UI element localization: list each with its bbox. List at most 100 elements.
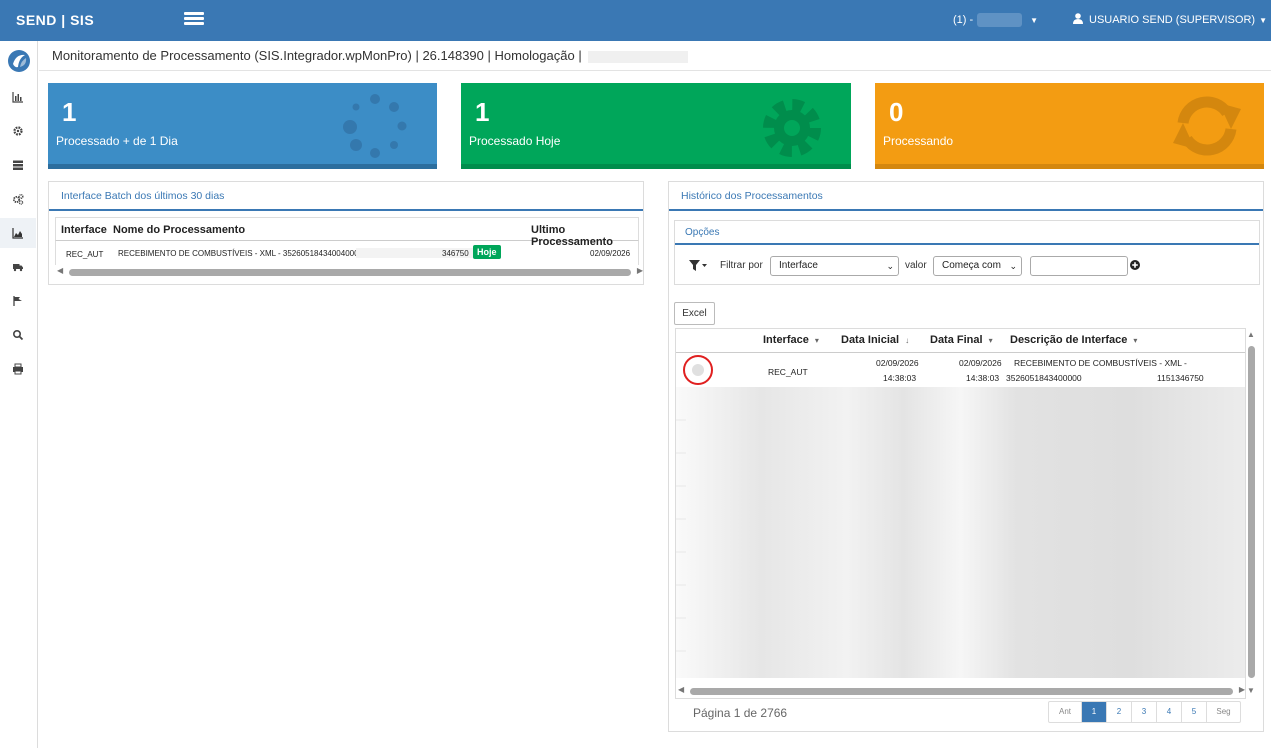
- cell-description: RECEBIMENTO DE COMBUSTÍVEIS - XML -: [1014, 358, 1187, 368]
- tile-processing[interactable]: 0 Processando: [875, 83, 1264, 169]
- tile-footer: [48, 164, 437, 169]
- filter-field-select[interactable]: Interface ⌄: [770, 256, 899, 276]
- match-mode-select[interactable]: Começa com ⌄: [933, 256, 1022, 276]
- pager-page-5[interactable]: 5: [1182, 702, 1207, 722]
- pager-next[interactable]: Seg: [1207, 702, 1240, 722]
- tile-count: 1: [62, 97, 77, 127]
- tile-count: 1: [475, 97, 490, 127]
- filter-value-input[interactable]: [1030, 256, 1128, 276]
- column-header-interface[interactable]: Interface: [61, 224, 107, 236]
- user-menu[interactable]: USUARIO SEND (SUPERVISOR) ▼: [1073, 0, 1267, 41]
- top-bar: SEND | SIS (1) - ▼ USUARIO SEND (SUPERVIS…: [0, 0, 1271, 41]
- scroll-right-icon[interactable]: ▶: [637, 266, 643, 275]
- company-name-redacted: [977, 13, 1023, 28]
- brand-logo[interactable]: SEND | SIS: [0, 0, 177, 41]
- pager-page-3[interactable]: 3: [1132, 702, 1157, 722]
- vertical-scrollbar[interactable]: ▲ ▼: [1244, 328, 1258, 699]
- environment-redacted: [587, 50, 688, 63]
- grid-row-lines: [676, 419, 686, 652]
- panel-title: Histórico dos Processamentos: [669, 182, 1263, 211]
- chevron-down-icon: ⌄: [1009, 261, 1017, 271]
- spinner-icon: [343, 94, 407, 158]
- column-header-end-date[interactable]: Data Final ▾: [930, 334, 993, 346]
- add-filter-icon[interactable]: [1130, 260, 1140, 270]
- user-icon: [1073, 13, 1083, 24]
- cell-start-time: 14:38:03: [883, 373, 917, 383]
- column-header-start-date[interactable]: Data Inicial ↓: [841, 334, 909, 346]
- sidebar-item-server[interactable]: [0, 150, 36, 180]
- bar-chart-icon: [12, 92, 23, 103]
- excel-export-button[interactable]: Excel: [674, 302, 715, 325]
- gear-icon: [763, 99, 821, 157]
- cogs-icon: [13, 194, 24, 205]
- page-info: Página 1 de 2766: [693, 706, 788, 720]
- column-header-description[interactable]: Descrição de Interface ▾: [1010, 334, 1137, 346]
- horizontal-scrollbar[interactable]: ◀ ▶: [676, 685, 1245, 697]
- tile-footer: [461, 164, 851, 169]
- filter-row: Filtrar por Interface ⌄ valor Começa com ⌄: [675, 254, 1259, 278]
- menu-toggle-icon[interactable]: [184, 12, 204, 26]
- sidebar-item-print[interactable]: [0, 354, 36, 384]
- scroll-left-icon[interactable]: ◀: [57, 266, 63, 275]
- app-logo-icon[interactable]: [7, 49, 31, 73]
- options-title[interactable]: Opções: [675, 221, 1259, 245]
- column-header-name[interactable]: Nome do Processamento: [113, 224, 245, 236]
- pager-page-1[interactable]: 1: [1082, 702, 1107, 722]
- tile-processed-today[interactable]: 1 Processado Hoje: [461, 83, 851, 169]
- horizontal-scrollbar[interactable]: ◀ ▶: [55, 266, 645, 278]
- row-detail-icon[interactable]: [683, 355, 713, 385]
- flag-icon: [13, 296, 22, 306]
- filter-label: Filtrar por: [720, 260, 763, 271]
- valor-label: valor: [905, 260, 927, 271]
- company-selector[interactable]: (1) - ▼: [953, 0, 1038, 41]
- cell-start-date: 02/09/2026: [876, 358, 919, 368]
- scroll-up-icon[interactable]: ▲: [1247, 330, 1255, 339]
- filter-icon[interactable]: [689, 260, 707, 271]
- tile-count: 0: [889, 97, 904, 127]
- user-label: USUARIO SEND (SUPERVISOR): [1089, 14, 1256, 26]
- sidebar-item-config[interactable]: [0, 184, 36, 214]
- tile-footer: [875, 164, 1264, 169]
- cell-interface: REC_AUT: [768, 367, 808, 377]
- scroll-left-icon[interactable]: ◀: [678, 685, 684, 694]
- cell-description-line2: 3526051843400000: [1006, 373, 1082, 383]
- sidebar-item-dashboard[interactable]: [0, 82, 36, 112]
- scrollbar-thumb[interactable]: [1248, 346, 1255, 678]
- area-chart-icon: [12, 228, 23, 239]
- sort-icon[interactable]: ▾: [815, 336, 819, 345]
- page-title: Monitoramento de Processamento (SIS.Inte…: [52, 48, 582, 63]
- cell-description-tail: 1151346750: [1157, 373, 1204, 383]
- scrollbar-thumb[interactable]: [690, 688, 1233, 695]
- pager-prev[interactable]: Ant: [1049, 702, 1082, 722]
- print-icon: [13, 363, 23, 375]
- pager-page-2[interactable]: 2: [1107, 702, 1132, 722]
- options-box: Opções Filtrar por Interface ⌄ valor Come…: [674, 220, 1260, 285]
- sidebar-item-settings[interactable]: [0, 116, 36, 146]
- sidebar-item-flags[interactable]: [0, 286, 36, 316]
- table-header: Interface Nome do Processamento Ultimo P…: [55, 217, 639, 248]
- sort-icon[interactable]: ▾: [989, 336, 993, 345]
- table-row[interactable]: REC_AUT RECEBIMENTO DE COMBUSTÍVEIS - XM…: [55, 241, 639, 265]
- column-header-interface[interactable]: Interface ▾: [763, 334, 819, 346]
- sidebar: [0, 41, 38, 748]
- status-badge: Hoje: [473, 245, 501, 259]
- pager-page-4[interactable]: 4: [1157, 702, 1182, 722]
- sidebar-item-monitor[interactable]: [0, 218, 36, 248]
- breadcrumb: Monitoramento de Processamento (SIS.Inte…: [39, 41, 1271, 71]
- scroll-down-icon[interactable]: ▼: [1247, 686, 1255, 695]
- table-row[interactable]: REC_AUT 02/09/2026 14:38:03 02/09/2026 1…: [676, 353, 1245, 387]
- sidebar-item-search[interactable]: [0, 320, 36, 350]
- company-label: (1) -: [953, 14, 974, 26]
- sort-icon[interactable]: ↓: [905, 336, 909, 345]
- sort-icon[interactable]: ▾: [1133, 336, 1137, 345]
- scrollbar-thumb[interactable]: [69, 269, 631, 276]
- sidebar-item-transport[interactable]: [0, 252, 36, 282]
- tile-label: Processando: [883, 134, 954, 148]
- history-grid: Interface ▾ Data Inicial ↓ Data Final ▾ Des…: [675, 328, 1246, 699]
- history-panel: Histórico dos Processamentos Opções Filt…: [668, 181, 1264, 732]
- match-mode-value: Começa com: [942, 260, 1001, 271]
- cell-name: RECEBIMENTO DE COMBUSTÍVEIS - XML - 3526…: [118, 249, 359, 258]
- search-icon: [12, 329, 24, 341]
- refresh-icon: [1173, 96, 1241, 156]
- tile-processed-over-day[interactable]: 1 Processado + de 1 Dia: [48, 83, 437, 169]
